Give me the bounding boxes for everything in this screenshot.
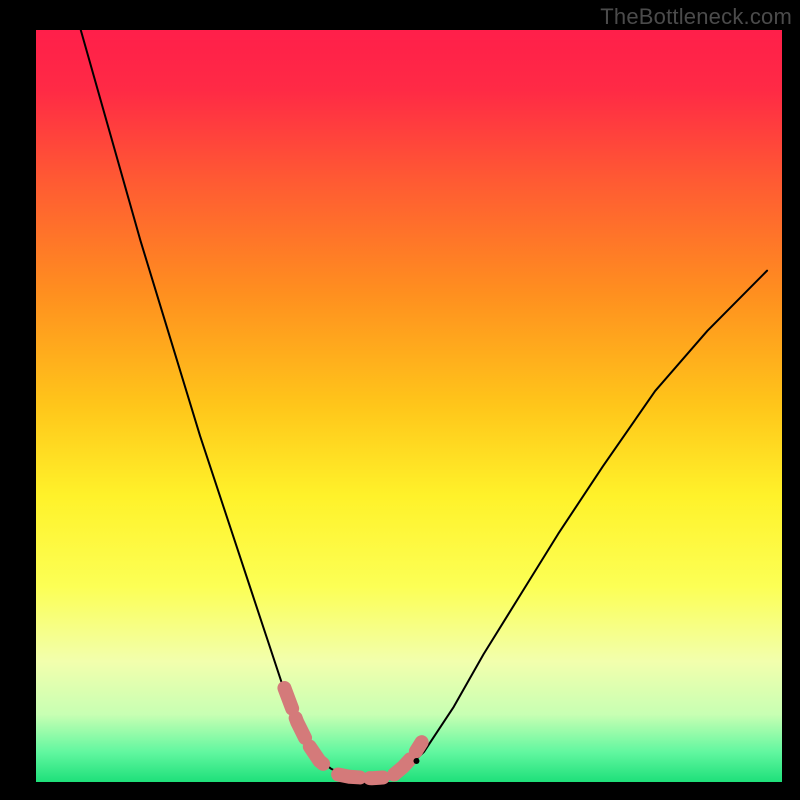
plot-background <box>36 30 782 782</box>
chart-frame: TheBottleneck.com <box>0 0 800 800</box>
series-pink-dash-bottom <box>338 774 383 778</box>
bottleneck-chart <box>0 0 800 800</box>
watermark-text: TheBottleneck.com <box>600 4 792 30</box>
annotation-dot <box>413 758 419 764</box>
